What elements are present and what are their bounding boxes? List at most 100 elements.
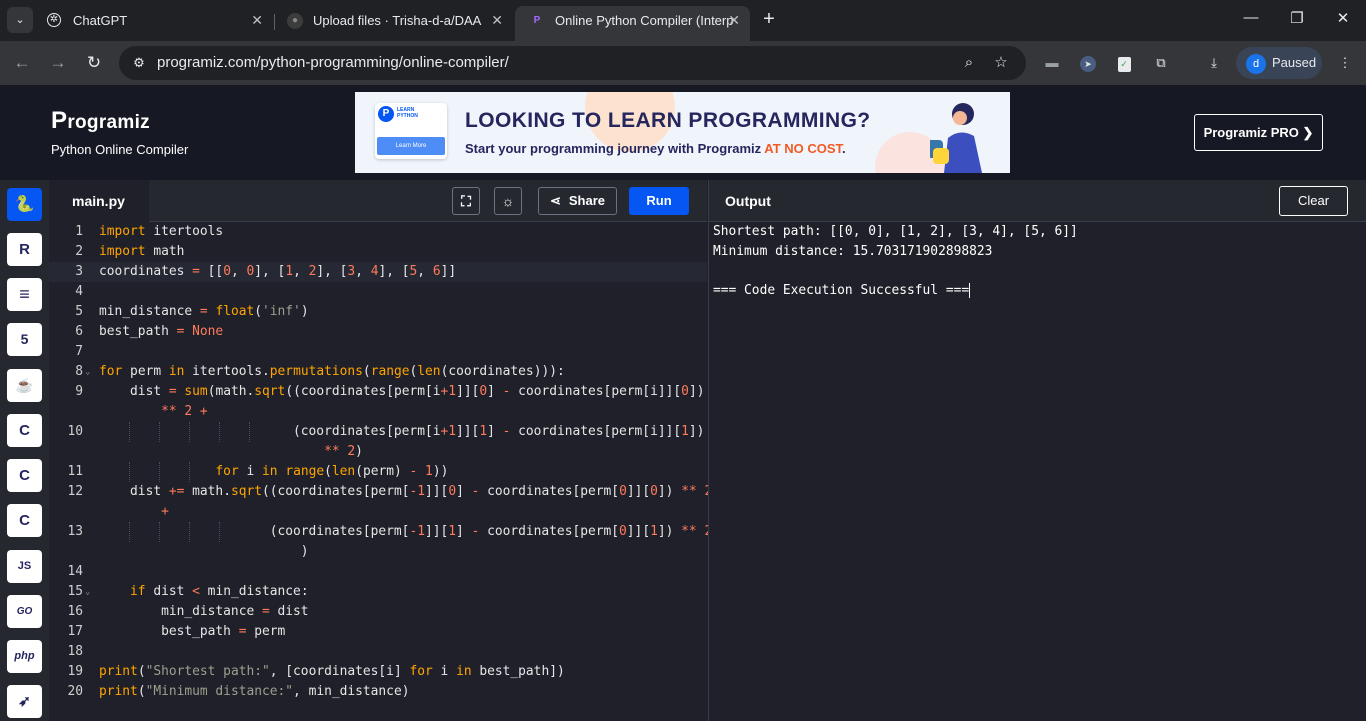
code-line: 5 min_distance = float('inf') [75, 304, 309, 319]
fold-chevron-icon: ⌄ [85, 587, 91, 597]
language-html-icon[interactable]: 5 [7, 323, 42, 356]
code-line-wrap: ** 2) [324, 444, 363, 459]
code-line: 14 [67, 564, 83, 579]
close-icon[interactable]: ✕ [728, 6, 740, 35]
share-button[interactable]: ⋖ Share [538, 187, 617, 215]
browser-tab-github[interactable]: ● Upload files · Trisha-d-a/DAA ✕ [273, 6, 513, 41]
close-icon[interactable]: ✕ [251, 6, 263, 35]
file-tab[interactable]: main.py [49, 180, 149, 222]
browser-tab-chatgpt[interactable]: ✲ ChatGPT ✕ [33, 6, 273, 41]
language-python-icon[interactable]: 🐍 [7, 188, 42, 221]
editor-toolbar: main.py ⛶ ☼ ⋖ Share Run [49, 180, 707, 222]
code-line: 7 [75, 344, 83, 359]
site-header: Programiz Python Online Compiler P LEARN… [0, 85, 1366, 180]
tab-title: Upload files · Trisha-d-a/DAA [313, 13, 482, 28]
text-caret [969, 283, 971, 298]
window-close-icon[interactable]: ✕ [1333, 9, 1353, 27]
forward-arrow-icon[interactable]: → [46, 51, 70, 75]
code-line: 8 ⌄ for perm in itertools.permutations(ran… [49, 362, 707, 382]
code-line-wrap: ) [99, 544, 309, 559]
code-line: 17 best_path = perm [67, 624, 286, 639]
programiz-pro-button[interactable]: Programiz PRO ❯ [1194, 114, 1323, 151]
code-line-wrap: + [161, 504, 169, 519]
github-icon: ● [287, 13, 303, 29]
profile-button[interactable]: d Paused [1236, 47, 1322, 79]
tab-title: Online Python Compiler (Interp [555, 13, 734, 28]
clear-button[interactable]: Clear [1279, 186, 1348, 216]
code-line: 15 ⌄ if dist < min_distance: [49, 582, 707, 602]
output-line: Minimum distance: 15.703171902898823 [713, 244, 993, 259]
extension-folder-icon[interactable]: ▬ [1041, 52, 1063, 74]
close-icon[interactable]: ✕ [491, 6, 503, 35]
url-text[interactable]: programiz.com/python-programming/online-… [157, 46, 509, 80]
language-java-icon[interactable]: ☕ [7, 369, 42, 402]
language-sidebar: 🐍 R ≡ 5 ☕ C C C JS GO php ➶ [0, 180, 49, 721]
language-swift-icon[interactable]: ➶ [7, 685, 42, 718]
share-label: Share [568, 193, 606, 208]
extension-cursor-icon[interactable]: ➤ [1077, 52, 1099, 74]
reload-icon[interactable]: ↻ [82, 51, 106, 75]
minimize-icon[interactable]: — [1241, 9, 1261, 26]
share-icon: ⋖ [549, 193, 561, 208]
language-cpp-icon[interactable]: C [7, 459, 42, 492]
browser-toolbar: ← → ↻ ⚙ programiz.com/python-programming… [0, 41, 1366, 85]
restore-icon[interactable]: ❐ [1287, 9, 1307, 27]
code-editor[interactable]: 1 import itertools 2 import math 3 coordina… [49, 222, 712, 721]
code-line: 4 [75, 284, 83, 299]
output-line: Shortest path: [[0, 0], [1, 2], [3, 4], … [713, 224, 1078, 239]
fold-chevron-icon: ⌄ [85, 367, 91, 377]
theme-sun-icon[interactable]: ☼ [494, 187, 522, 215]
profile-status: Paused [1272, 55, 1317, 70]
code-line: 16 min_distance = dist [67, 604, 309, 619]
extensions-puzzle-icon[interactable]: ⧉ [1150, 52, 1172, 74]
language-c-icon[interactable]: C [7, 414, 42, 447]
new-tab-plus-icon[interactable]: + [758, 8, 780, 32]
language-js-icon[interactable]: JS [7, 550, 42, 583]
code-line: 10 (coordinates[perm[i+1]][1] - coordina… [49, 422, 707, 442]
language-csharp-icon[interactable]: C [7, 504, 42, 537]
browser-tab-programiz[interactable]: P Online Python Compiler (Interp ✕ [515, 6, 750, 41]
address-bar[interactable]: ⚙ programiz.com/python-programming/onlin… [119, 46, 1026, 80]
output-console[interactable]: Shortest path: [[0, 0], [1, 2], [3, 4], … [708, 222, 1366, 721]
banner-card: P LEARN PYTHON Learn More [375, 103, 447, 159]
banner-subtext: Start your programming journey with Prog… [465, 141, 846, 156]
output-line: === Code Execution Successful === [713, 283, 971, 298]
bookmark-star-icon[interactable]: ☆ [990, 52, 1012, 74]
back-arrow-icon[interactable]: ← [10, 51, 34, 75]
logo-text: rogramiz [67, 112, 150, 133]
download-icon[interactable]: ⤓ [1203, 52, 1225, 74]
language-sql-icon[interactable]: ≡ [7, 278, 42, 311]
code-line: 18 [67, 644, 83, 659]
code-line: 3 coordinates = [[0, 0], [1, 2], [3, 4], … [49, 262, 707, 282]
code-line: 6 best_path = None [75, 324, 224, 339]
run-button[interactable]: Run [629, 187, 689, 215]
page-subtitle: Python Online Compiler [51, 142, 189, 157]
language-r-icon[interactable]: R [7, 233, 42, 266]
code-line: 2 import math [75, 244, 185, 259]
programiz-logo[interactable]: Programiz [51, 107, 150, 135]
chatgpt-icon: ✲ [47, 13, 61, 27]
extension-clipboard-icon[interactable]: ✓ [1113, 52, 1135, 74]
code-line: 1 import itertools [75, 224, 224, 239]
language-go-icon[interactable]: GO [7, 595, 42, 628]
code-line: 20 print("Minimum distance:", min_distanc… [67, 684, 410, 699]
avatar: d [1246, 54, 1266, 74]
logo-mark: P [51, 107, 68, 134]
output-title: Output [725, 193, 771, 209]
tab-search-chevron-icon[interactable]: ⌄ [7, 7, 33, 33]
banner-headline: LOOKING TO LEARN PROGRAMMING? [465, 109, 871, 132]
output-toolbar: Output Clear [708, 180, 1366, 222]
code-line: 12 dist += math.sqrt((coordinates[perm[-… [67, 484, 712, 499]
learn-more-button[interactable]: Learn More [377, 137, 445, 155]
more-menu-icon[interactable]: ⋮ [1334, 52, 1356, 74]
code-line: 13 (coordinates[perm[-1]][1] - coordinat… [49, 522, 712, 542]
ad-banner[interactable]: P LEARN PYTHON Learn More LOOKING TO LEAR… [355, 92, 1010, 173]
programiz-icon: P [533, 15, 541, 26]
fullscreen-icon[interactable]: ⛶ [452, 187, 480, 215]
banner-card-text: LEARN PYTHON [397, 107, 418, 119]
zoom-magnifier-icon[interactable]: ⌕ [958, 52, 980, 74]
tab-title: ChatGPT [73, 13, 128, 28]
site-settings-icon[interactable]: ⚙ [127, 51, 151, 75]
code-line-wrap: ** 2 + [161, 404, 208, 419]
language-php-icon[interactable]: php [7, 640, 42, 673]
